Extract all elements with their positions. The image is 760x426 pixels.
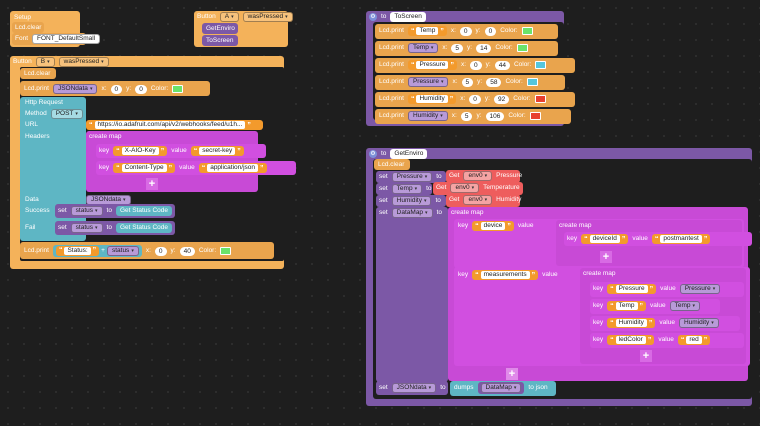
setup-lcd-clear[interactable]: Lcd.clear	[12, 22, 44, 33]
call-to-screen[interactable]: ToScreen	[202, 35, 238, 46]
button-b-dropdown[interactable]: B ▾	[35, 57, 55, 67]
button-b-event-dropdown[interactable]: wasPressed ▾	[58, 57, 109, 67]
gear-icon[interactable]: ⚙	[369, 150, 377, 158]
ts-row-5[interactable]: Lcd.print “Humidity” x: 0 y: 92 Color:	[375, 92, 575, 107]
json-var-dropdown[interactable]: JSONdata ▾	[52, 84, 98, 94]
call-get-enviro[interactable]: GetEnviro	[202, 23, 238, 34]
add-device-entry-button[interactable]: +	[600, 251, 612, 263]
y-input[interactable]: 0	[135, 84, 147, 94]
ts-row-2[interactable]: Lcd.print Temp ▾ x: 5 y: 14 Color:	[375, 41, 558, 56]
b-lcd-print-json[interactable]: Lcd.print JSONdata ▾ x: 0 y: 0 Color:	[20, 81, 210, 96]
button-a-event-dropdown[interactable]: wasPressed ▾	[242, 12, 293, 22]
setup-font[interactable]: Font FONT_DefaultSmall	[12, 33, 101, 45]
get-status-code[interactable]: Get Status Code	[115, 206, 173, 216]
b-lcd-print-status[interactable]: Lcd.print “Status:” + status ▾ x: 0 y: 40…	[20, 242, 274, 259]
header-row-1[interactable]: key “X-AIO-Key” value “secret-key”	[96, 144, 266, 158]
button-a-dropdown[interactable]: A ▾	[219, 12, 239, 22]
get-env-humidity[interactable]: Get env0 ▾ Humidity	[446, 194, 521, 207]
add-header-button[interactable]: +	[146, 178, 158, 190]
dumps-to-json[interactable]: dumps DataMap ▾ to json	[450, 381, 556, 396]
status-var-dropdown[interactable]: status ▾	[70, 206, 103, 216]
success-set-status[interactable]: set status ▾ to Get Status Code	[55, 204, 175, 218]
function-name-field[interactable]: GetEnviro	[390, 149, 428, 159]
add-measurement-entry-button[interactable]: +	[640, 350, 652, 362]
fail-set-status[interactable]: set status ▾ to Get Status Code	[55, 221, 175, 235]
map-row-deviceid[interactable]: key “deviceId” value “postmantest”	[564, 232, 752, 246]
map-row-temp[interactable]: key “Temp” value Temp ▾	[590, 299, 720, 314]
map-row-ledcolor[interactable]: key “ledColor” value “red”	[590, 333, 744, 348]
ts-row-4[interactable]: Lcd.print Pressure ▾ x: 5 y: 58 Color:	[375, 75, 565, 90]
map-row-pressure[interactable]: key “Pressure” value Pressure ▾	[590, 282, 744, 297]
gear-icon[interactable]: ⚙	[369, 13, 377, 21]
ge-lcd-clear[interactable]: Lcd.clear	[374, 159, 410, 170]
set-jsondata[interactable]: set JSONdata ▾ to	[376, 381, 448, 395]
ts-row-3[interactable]: Lcd.print “Pressure” x: 0 y: 44 Color:	[375, 58, 575, 73]
set-temp[interactable]: set Temp ▾ to	[376, 183, 432, 195]
header-row-2[interactable]: key “Content-Type” value “application/js…	[96, 161, 296, 175]
url-string[interactable]: “https://io.adafruit.com/api/v2/webhooks…	[86, 120, 263, 130]
method-dropdown[interactable]: POST ▾	[50, 109, 83, 119]
concat-block[interactable]: “Status:” + status ▾	[52, 245, 142, 257]
color-swatch[interactable]	[172, 85, 184, 93]
b-lcd-clear[interactable]: Lcd.clear	[20, 68, 56, 79]
add-datamap-entry-button[interactable]: +	[506, 368, 518, 380]
ts-row-1[interactable]: Lcd.print “Temp” x: 0 y: 0 Color:	[375, 24, 558, 39]
color-swatch[interactable]	[220, 247, 232, 255]
http-title: Http Request	[25, 99, 63, 106]
font-dropdown[interactable]: FONT_DefaultSmall	[32, 34, 101, 44]
get-status-code-fail[interactable]: Get Status Code	[115, 223, 173, 233]
set-humidity[interactable]: set Humidity ▾ to	[376, 195, 446, 207]
status-var-dropdown-fail[interactable]: status ▾	[70, 223, 103, 233]
set-datamap[interactable]	[376, 207, 448, 382]
ts-row-6[interactable]: Lcd.print Humidity ▾ x: 5 y: 106 Color:	[375, 109, 571, 124]
x-input[interactable]: 0	[110, 84, 123, 94]
map-row-humidity[interactable]: key “Humidity” value Humidity ▾	[590, 316, 740, 331]
function-name-field[interactable]: ToScreen	[390, 12, 426, 22]
